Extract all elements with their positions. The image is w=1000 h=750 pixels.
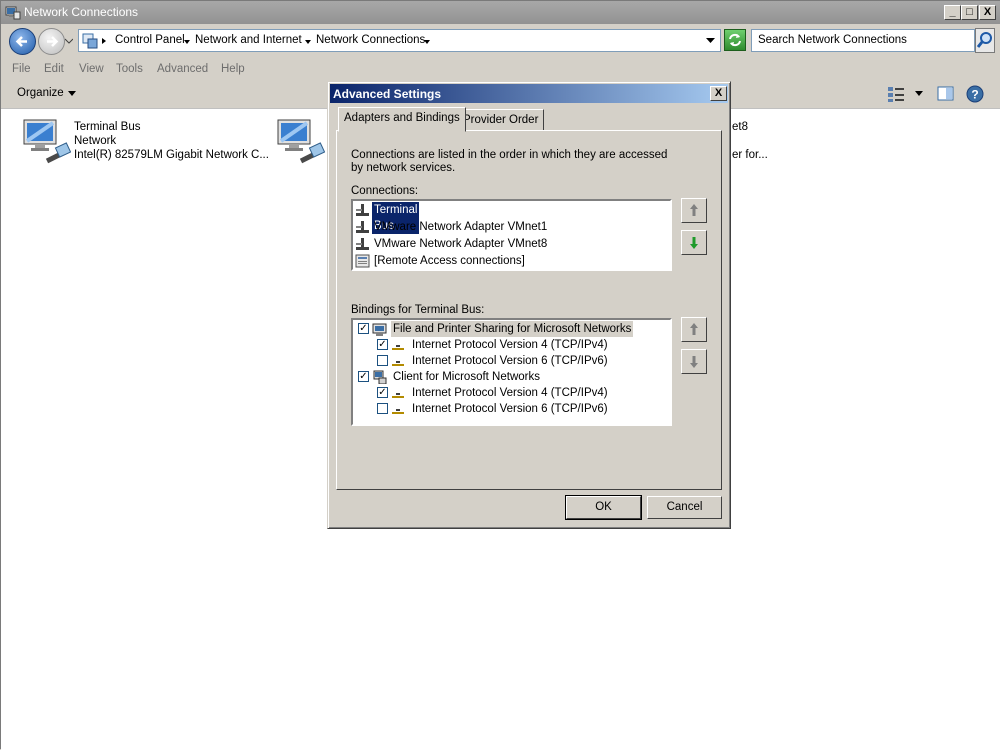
binding-label: File and Printer Sharing for Microsoft N… xyxy=(391,321,634,337)
bindings-label: Bindings for Terminal Bus: xyxy=(351,304,485,316)
ok-button[interactable]: OK xyxy=(565,495,642,520)
organize-dropdown-icon[interactable] xyxy=(68,91,76,97)
file-sharing-icon xyxy=(372,323,387,336)
forward-button[interactable] xyxy=(38,28,65,55)
protocol-icon xyxy=(392,409,404,414)
dialog-title: Advanced Settings xyxy=(333,87,442,101)
breadcrumb-network-and-internet[interactable]: Network and Internet xyxy=(195,34,302,46)
search-button[interactable] xyxy=(975,28,995,53)
tab-adapters-and-bindings[interactable]: Adapters and Bindings xyxy=(338,107,466,132)
move-connection-up-button[interactable] xyxy=(681,198,707,223)
move-connection-down-button[interactable] xyxy=(681,230,707,255)
minimize-button[interactable]: _ xyxy=(944,5,961,20)
binding-label: Client for Microsoft Networks xyxy=(393,371,540,383)
binding-label: Internet Protocol Version 6 (TCP/IPv6) xyxy=(412,355,608,367)
menu-tools[interactable]: Tools xyxy=(116,63,143,75)
connection-device-partial: er for... xyxy=(732,149,768,161)
control-panel-icon xyxy=(82,33,98,49)
refresh-icon xyxy=(729,33,741,47)
tab-provider-order[interactable]: Provider Order xyxy=(457,109,545,131)
move-binding-up-button[interactable] xyxy=(681,317,707,342)
connections-list[interactable]: Terminal Bus VMware Network Adapter VMne… xyxy=(351,199,672,271)
protocol-icon xyxy=(392,345,404,350)
connection-device: Intel(R) 82579LM Gigabit Network C... xyxy=(74,149,269,161)
dialog-close-button[interactable]: X xyxy=(710,86,727,101)
arrow-down-icon xyxy=(690,356,698,368)
menu-help[interactable]: Help xyxy=(221,63,245,75)
organize-button[interactable]: Organize xyxy=(17,87,64,99)
preview-pane-icon[interactable] xyxy=(937,85,955,103)
menu-edit[interactable]: Edit xyxy=(44,63,64,75)
binding-label: Internet Protocol Version 6 (TCP/IPv6) xyxy=(412,403,608,415)
search-input[interactable]: Search Network Connections xyxy=(751,29,975,52)
arrow-down-icon xyxy=(690,237,698,249)
dialog-title-bar: Advanced Settings X xyxy=(330,84,728,103)
forward-arrow-icon xyxy=(47,36,59,47)
network-client-icon xyxy=(373,370,387,384)
connection-name: Terminal Bus xyxy=(74,121,141,133)
title-bar: Network Connections _ □ X xyxy=(1,1,1000,24)
move-binding-down-button[interactable] xyxy=(681,349,707,374)
chevron-down-icon[interactable] xyxy=(305,39,311,45)
binding-label: Internet Protocol Version 4 (TCP/IPv4) xyxy=(412,387,608,399)
breadcrumb-network-connections[interactable]: Network Connections xyxy=(316,34,425,46)
connection-item-terminal-bus[interactable]: Terminal Bus Network Intel(R) 82579LM Gi… xyxy=(21,117,271,173)
connection-label: VMware Network Adapter VMnet1 xyxy=(374,221,548,233)
back-button[interactable] xyxy=(9,28,36,55)
connection-item-vmnet1[interactable] xyxy=(275,117,325,169)
menu-advanced[interactable]: Advanced xyxy=(157,63,208,75)
maximize-button[interactable]: □ xyxy=(961,5,978,20)
window-title: Network Connections xyxy=(24,5,139,19)
menu-bar: File Edit View Tools Advanced Help xyxy=(1,60,1000,81)
search-icon xyxy=(976,32,992,48)
network-adapter-icon xyxy=(23,119,71,164)
chevron-right-icon xyxy=(102,38,106,44)
network-adapter-icon xyxy=(356,204,369,216)
protocol-icon xyxy=(392,361,404,366)
protocol-icon xyxy=(392,393,404,398)
binding-checkbox[interactable]: ✓ xyxy=(358,371,369,382)
connection-name-partial: et8 xyxy=(732,121,748,133)
connection-status: Network xyxy=(74,135,117,147)
binding-label: Internet Protocol Version 4 (TCP/IPv4) xyxy=(412,339,608,351)
views-dropdown-icon[interactable] xyxy=(915,91,923,97)
chevron-down-icon[interactable] xyxy=(424,39,430,45)
menu-file[interactable]: File xyxy=(12,63,31,75)
binding-checkbox[interactable]: ✓ xyxy=(377,387,388,398)
remote-access-icon xyxy=(355,254,370,268)
arrow-up-icon xyxy=(690,323,698,335)
intro-text: Connections are listed in the order in w… xyxy=(351,149,668,174)
network-adapter-icon xyxy=(356,221,369,233)
address-row: Control Panel Network and Internet Netwo… xyxy=(1,24,1000,60)
help-icon[interactable]: ? xyxy=(965,84,985,104)
binding-checkbox[interactable] xyxy=(377,355,388,366)
close-button[interactable]: X xyxy=(979,5,996,20)
network-adapter-icon xyxy=(356,238,369,250)
recent-pages-dropdown-icon[interactable] xyxy=(65,37,73,45)
advanced-settings-dialog: Advanced Settings X Adapters and Binding… xyxy=(327,81,731,529)
svg-text:?: ? xyxy=(971,88,978,102)
arrow-up-icon xyxy=(690,204,698,216)
connections-label: Connections: xyxy=(351,185,419,197)
binding-checkbox[interactable]: ✓ xyxy=(377,339,388,350)
binding-checkbox[interactable]: ✓ xyxy=(358,323,369,334)
cancel-button[interactable]: Cancel xyxy=(647,496,722,519)
address-bar[interactable]: Control Panel Network and Internet Netwo… xyxy=(78,29,721,52)
network-adapter-icon xyxy=(277,119,325,164)
chevron-down-icon[interactable] xyxy=(184,39,190,45)
connection-label: [Remote Access connections] xyxy=(374,255,525,267)
tab-panel: Connections are listed in the order in w… xyxy=(336,130,722,490)
back-arrow-icon xyxy=(15,36,27,47)
network-connections-icon xyxy=(5,6,21,20)
connection-label: VMware Network Adapter VMnet8 xyxy=(374,238,548,250)
refresh-button[interactable] xyxy=(724,29,746,51)
views-icon[interactable] xyxy=(887,85,905,103)
bindings-list[interactable]: ✓ File and Printer Sharing for Microsoft… xyxy=(351,318,672,426)
breadcrumb-control-panel[interactable]: Control Panel xyxy=(115,34,185,46)
address-history-dropdown-icon[interactable] xyxy=(706,38,715,44)
binding-checkbox[interactable] xyxy=(377,403,388,414)
menu-view[interactable]: View xyxy=(79,63,104,75)
